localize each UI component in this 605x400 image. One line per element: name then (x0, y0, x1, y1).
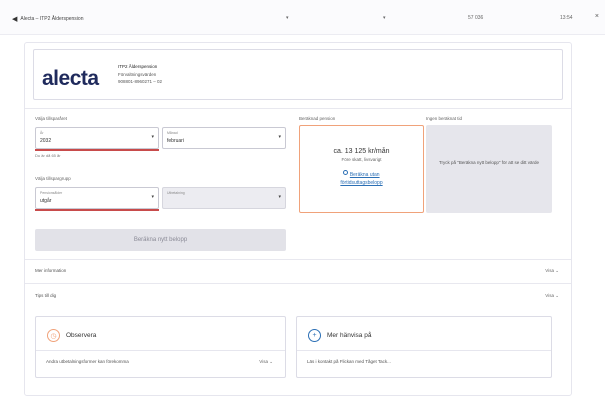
help-icon (343, 170, 349, 175)
estimate-card: ca. 13 125 kr/mån Före skatt, livsvarigt… (299, 125, 424, 213)
tips-toggle[interactable]: Visa ⌄ (545, 293, 559, 299)
tips-label: Tips till dig (35, 293, 57, 298)
more-text[interactable]: Läs i kontakt på Flickan med Tåget Tack.… (307, 359, 391, 364)
month-field-label: Månad (167, 131, 178, 135)
back-label: Alecta – ITP2 Ålderspension (20, 16, 84, 22)
year-field-value: 2032 (40, 138, 52, 144)
clock-icon: ◷ (47, 329, 60, 342)
estimate-amount: ca. 13 125 kr/mån (333, 148, 390, 155)
more-title: Mer hänvisa på (327, 332, 372, 339)
info-card: Tryck på "Beräkna nytt belopp" för att s… (426, 125, 552, 213)
year-select[interactable]: År 2032 ▾ (35, 127, 159, 149)
chevron-down-icon: ▾ (278, 134, 281, 140)
more-card: + Mer hänvisa på Läs i kontakt på Flicka… (296, 316, 552, 378)
chevron-down-icon: ▾ (151, 194, 154, 200)
divider (25, 108, 571, 109)
back-button[interactable]: ◀ Alecta – ITP2 Ålderspension (12, 15, 83, 23)
plus-circle-icon: + (308, 329, 321, 342)
divider (25, 283, 571, 284)
header-cell-3: 57 036 (468, 15, 484, 21)
payout-select-disabled: Utbetalning ▾ (162, 187, 286, 209)
age-hint: Du är då 65 år (35, 153, 61, 158)
group-field-value: utgår (40, 198, 52, 204)
card-divider (36, 350, 285, 351)
brand-line-3: 908801-8960271 – 02 (118, 79, 163, 84)
estimate-heading: Beräknad pension (299, 116, 336, 121)
brand-line-2: Förvaltningsvärden (118, 71, 157, 77)
observe-text: Andra utbetalningsformer kan förekomma (46, 359, 129, 364)
info-heading: Ingen beräknat tid (426, 116, 463, 121)
info-text: Tryck på "Beräkna nytt belopp" för att s… (438, 160, 540, 165)
year-field-label: År (40, 131, 44, 135)
brand-card: alecta ITP2 Ålderspension Förvaltningsvä… (33, 49, 563, 100)
pension-panel: alecta ITP2 Ålderspension Förvaltningsvä… (24, 42, 572, 396)
observe-title: Observera (66, 332, 97, 339)
observe-card: ◷ Observera Andra utbetalningsformer kan… (35, 316, 286, 378)
header-cell-4: 13:54 (560, 15, 573, 21)
calculate-button[interactable]: Beräkna nytt belopp (35, 229, 286, 251)
window-titlebar: ◀ Alecta – ITP2 Ålderspension ▾ ▾ 57 036… (0, 0, 605, 35)
section-heading-group: Välja tillspargrupp (35, 176, 71, 181)
link-line-2: förtidsuttagsbelopp (340, 180, 383, 186)
error-underline (35, 149, 159, 151)
link-line-1: Beräkna utan (349, 172, 380, 178)
header-cell-2: ▾ (383, 15, 386, 21)
observe-toggle[interactable]: Visa ⌄ (259, 359, 273, 365)
group-select[interactable]: Pensionsålder utgår ▾ (35, 187, 159, 209)
alecta-logo: alecta (42, 67, 99, 90)
brand-line-1: ITP2 Ålderspension (118, 64, 158, 69)
chevron-down-icon: ▾ (278, 194, 281, 200)
month-select[interactable]: Månad februari ▾ (162, 127, 286, 149)
group-field-label: Pensionsålder (40, 191, 63, 195)
close-icon[interactable]: × (595, 13, 599, 20)
arrow-left-icon: ◀ (12, 16, 18, 23)
payout-field-label: Utbetalning (167, 191, 185, 195)
month-field-value: februari (167, 138, 184, 144)
divider (25, 259, 571, 260)
estimate-subtext: Före skatt, livsvarigt (341, 157, 382, 162)
more-info-toggle[interactable]: Visa ⌄ (545, 268, 559, 274)
error-underline (35, 209, 159, 211)
card-divider (297, 350, 551, 351)
header-cell-1: ▾ (286, 15, 289, 21)
calc-without-link[interactable]: Beräkna utan förtidsuttagsbelopp (300, 170, 423, 187)
chevron-down-icon: ▾ (151, 134, 154, 140)
brand-info: ITP2 Ålderspension Förvaltningsvärden 90… (118, 63, 162, 86)
more-info-label: Mer information (35, 268, 67, 273)
section-heading-year: Välja tillsparåret (35, 116, 68, 121)
